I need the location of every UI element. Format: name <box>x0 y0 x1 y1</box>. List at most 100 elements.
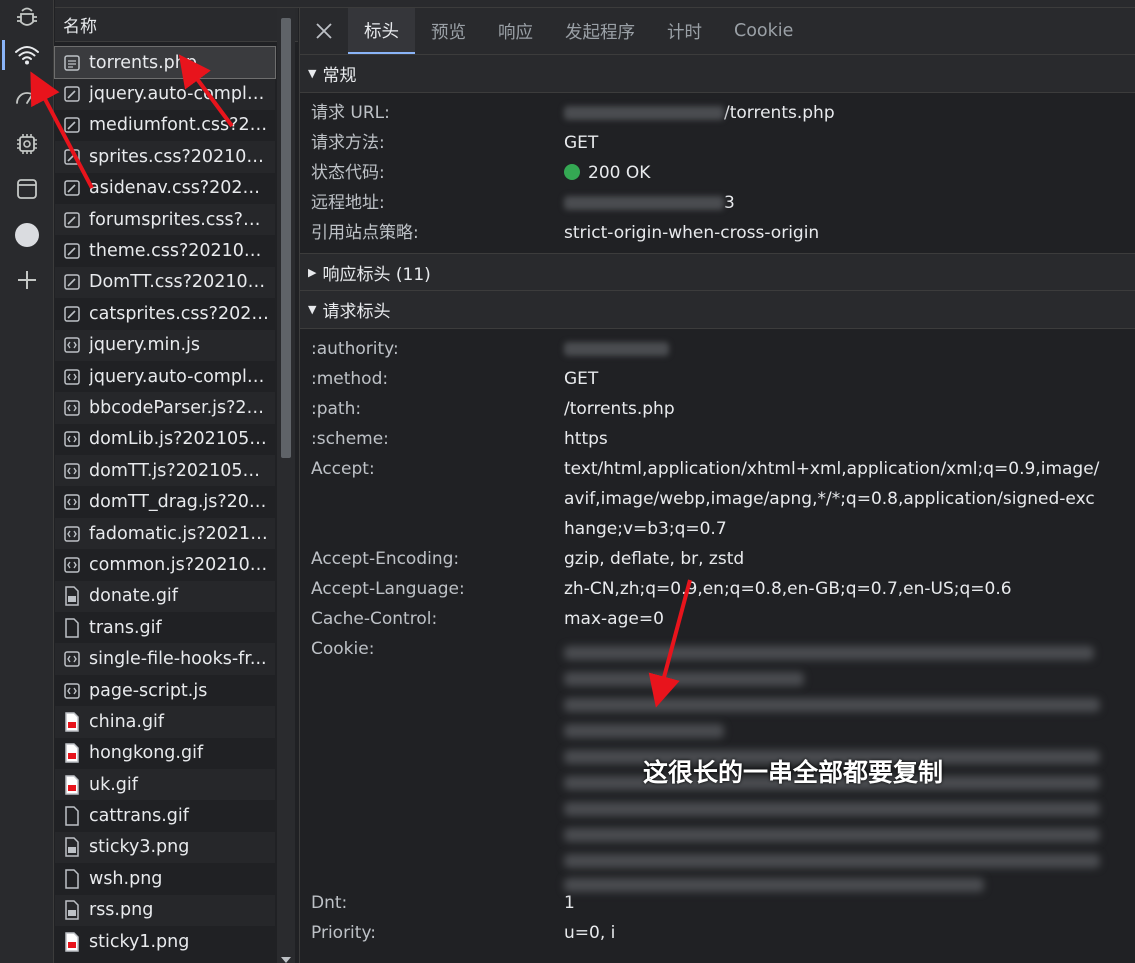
header-name[interactable]: Accept-Language: <box>300 574 564 604</box>
request-name: domLib.js?2021052... <box>89 429 269 450</box>
header-name[interactable]: 引用站点策略: <box>300 218 564 248</box>
stylesheet-icon <box>63 272 81 292</box>
tab-headers[interactable]: 标头 <box>348 8 415 54</box>
request-row[interactable]: china.gif <box>55 706 275 738</box>
response-headers-section-header[interactable]: ▶ 响应标头 (11) <box>300 253 1135 291</box>
header-value[interactable]: max-age=0 <box>564 604 1100 634</box>
request-row[interactable]: trans.gif <box>55 612 275 643</box>
general-section-body: 请求 URL:/torrents.php 请求方法: GET 状态代码: 200 OK 远… <box>300 93 1135 253</box>
header-value[interactable]: gzip, deflate, br, zstd <box>564 544 1100 574</box>
header-name[interactable]: :authority: <box>300 334 564 364</box>
header-name[interactable]: 请求 URL: <box>300 98 564 128</box>
request-row[interactable]: forumsprites.css?2... <box>55 203 275 236</box>
bug-icon[interactable] <box>8 0 46 34</box>
request-row[interactable]: fadomatic.js?20210... <box>55 517 275 550</box>
header-name[interactable]: :path: <box>300 394 564 424</box>
general-section-title: 常规 <box>322 66 357 86</box>
request-row[interactable]: single-file-hooks-fr... <box>55 643 275 675</box>
request-row[interactable]: cattrans.gif <box>55 800 275 831</box>
request-row[interactable]: asidenav.css?20210... <box>55 173 275 204</box>
tab-response[interactable]: 响应 <box>482 8 549 54</box>
wifi-network-icon[interactable] <box>2 38 46 72</box>
header-value[interactable] <box>564 334 1100 364</box>
request-name: torrents.php <box>89 52 197 73</box>
header-value[interactable]: /torrents.php <box>564 98 1100 128</box>
record-circle-icon[interactable] <box>8 218 46 252</box>
request-row[interactable]: donate.gif <box>55 580 275 613</box>
request-name: fadomatic.js?20210... <box>89 523 269 544</box>
scrollbar-thumb[interactable] <box>281 18 291 458</box>
scroll-down-arrow-icon[interactable] <box>281 957 291 963</box>
request-name: wsh.png <box>89 868 163 889</box>
header-name[interactable]: 请求方法: <box>300 128 564 158</box>
request-row[interactable]: DomTT.css?202105... <box>55 266 275 299</box>
performance-icon[interactable] <box>8 80 46 114</box>
tab-timing[interactable]: 计时 <box>651 8 718 54</box>
request-row[interactable]: domTT_drag.js?202... <box>55 486 275 517</box>
header-value[interactable]: u=0, i <box>564 918 1100 948</box>
request-row[interactable]: jquery.min.js <box>55 329 275 361</box>
header-name[interactable]: :method: <box>300 364 564 394</box>
stylesheet-icon <box>63 304 81 324</box>
header-value[interactable]: /torrents.php <box>564 394 1100 424</box>
request-row[interactable]: sticky1.png <box>55 926 275 957</box>
header-name[interactable]: :scheme: <box>300 424 564 454</box>
request-row[interactable]: rss.png <box>55 894 275 926</box>
request-detail-panel: 标头 预览 响应 发起程序 计时 Cookie ▼ 常规 请求 URL:/tor… <box>299 8 1135 963</box>
header-value[interactable]: GET <box>564 128 1100 158</box>
request-row[interactable]: jquery.auto-comple... <box>55 78 275 110</box>
request-headers-section-header[interactable]: ▼ 请求标头 <box>300 291 1135 329</box>
tab-preview[interactable]: 预览 <box>415 8 482 54</box>
request-name: donate.gif <box>89 586 178 607</box>
header-row: Dnt: 1 <box>300 888 1135 918</box>
request-name: domTT.js?2021052... <box>89 460 269 481</box>
header-name[interactable]: Cookie: <box>300 634 564 888</box>
application-window-icon[interactable] <box>8 172 46 206</box>
header-value[interactable]: strict-origin-when-cross-origin <box>564 218 1100 248</box>
header-value[interactable]: GET <box>564 364 1100 394</box>
header-name[interactable]: 远程地址: <box>300 188 564 218</box>
tab-initiator[interactable]: 发起程序 <box>549 8 651 54</box>
request-row[interactable]: wsh.png <box>55 863 275 894</box>
request-row[interactable]: catsprites.css?2021... <box>55 298 275 329</box>
header-value[interactable]: 200 OK <box>564 158 1100 188</box>
header-name[interactable]: Dnt: <box>300 888 564 918</box>
general-section-header[interactable]: ▼ 常规 <box>300 55 1135 93</box>
header-name[interactable]: Priority: <box>300 918 564 948</box>
request-row[interactable]: bbcodeParser.js?20... <box>55 392 275 424</box>
header-value[interactable]: zh-CN,zh;q=0.9,en;q=0.8,en-GB;q=0.7,en-U… <box>564 574 1100 604</box>
request-row[interactable]: mediumfont.css?20... <box>55 110 275 141</box>
request-row[interactable]: sprites.css?202105... <box>55 141 275 173</box>
request-row[interactable]: page-script.js <box>55 675 275 706</box>
request-row[interactable]: torrents.php <box>54 45 276 80</box>
request-list-scrollbar[interactable] <box>277 8 295 963</box>
header-name[interactable]: Cache-Control: <box>300 604 564 634</box>
header-row: Accept-Encoding: gzip, deflate, br, zstd <box>300 544 1135 574</box>
name-column-header[interactable]: 名称 <box>55 8 298 42</box>
request-row[interactable]: sticky3.png <box>55 831 275 864</box>
script-icon <box>63 681 81 701</box>
request-row[interactable]: domLib.js?2021052... <box>55 424 275 455</box>
header-value[interactable]: 3 <box>564 188 1100 218</box>
header-name[interactable]: 状态代码: <box>300 158 564 188</box>
request-row[interactable]: common.js?202105... <box>55 549 275 580</box>
tab-cookie[interactable]: Cookie <box>718 8 809 54</box>
request-row[interactable]: uk.gif <box>55 768 275 801</box>
document-icon <box>63 53 81 73</box>
stylesheet-icon <box>63 147 81 167</box>
image-file-icon <box>63 837 81 858</box>
plus-icon[interactable] <box>8 263 46 297</box>
request-row[interactable]: hongkong.gif <box>55 738 275 769</box>
close-icon[interactable] <box>300 8 348 54</box>
request-row[interactable]: domTT.js?2021052... <box>55 455 275 487</box>
header-value[interactable]: https <box>564 424 1100 454</box>
header-value[interactable]: text/html,application/xhtml+xml,applicat… <box>564 454 1100 544</box>
header-name[interactable]: Accept: <box>300 454 564 544</box>
header-value[interactable]: 1 <box>564 888 1100 918</box>
cpu-chip-icon[interactable] <box>8 127 46 161</box>
response-headers-title: 响应标头 (11) <box>322 264 431 285</box>
script-icon <box>63 398 81 418</box>
request-row[interactable]: theme.css?2021052... <box>55 235 275 266</box>
header-name[interactable]: Accept-Encoding: <box>300 544 564 574</box>
request-row[interactable]: jquery.auto-comple... <box>55 361 275 392</box>
